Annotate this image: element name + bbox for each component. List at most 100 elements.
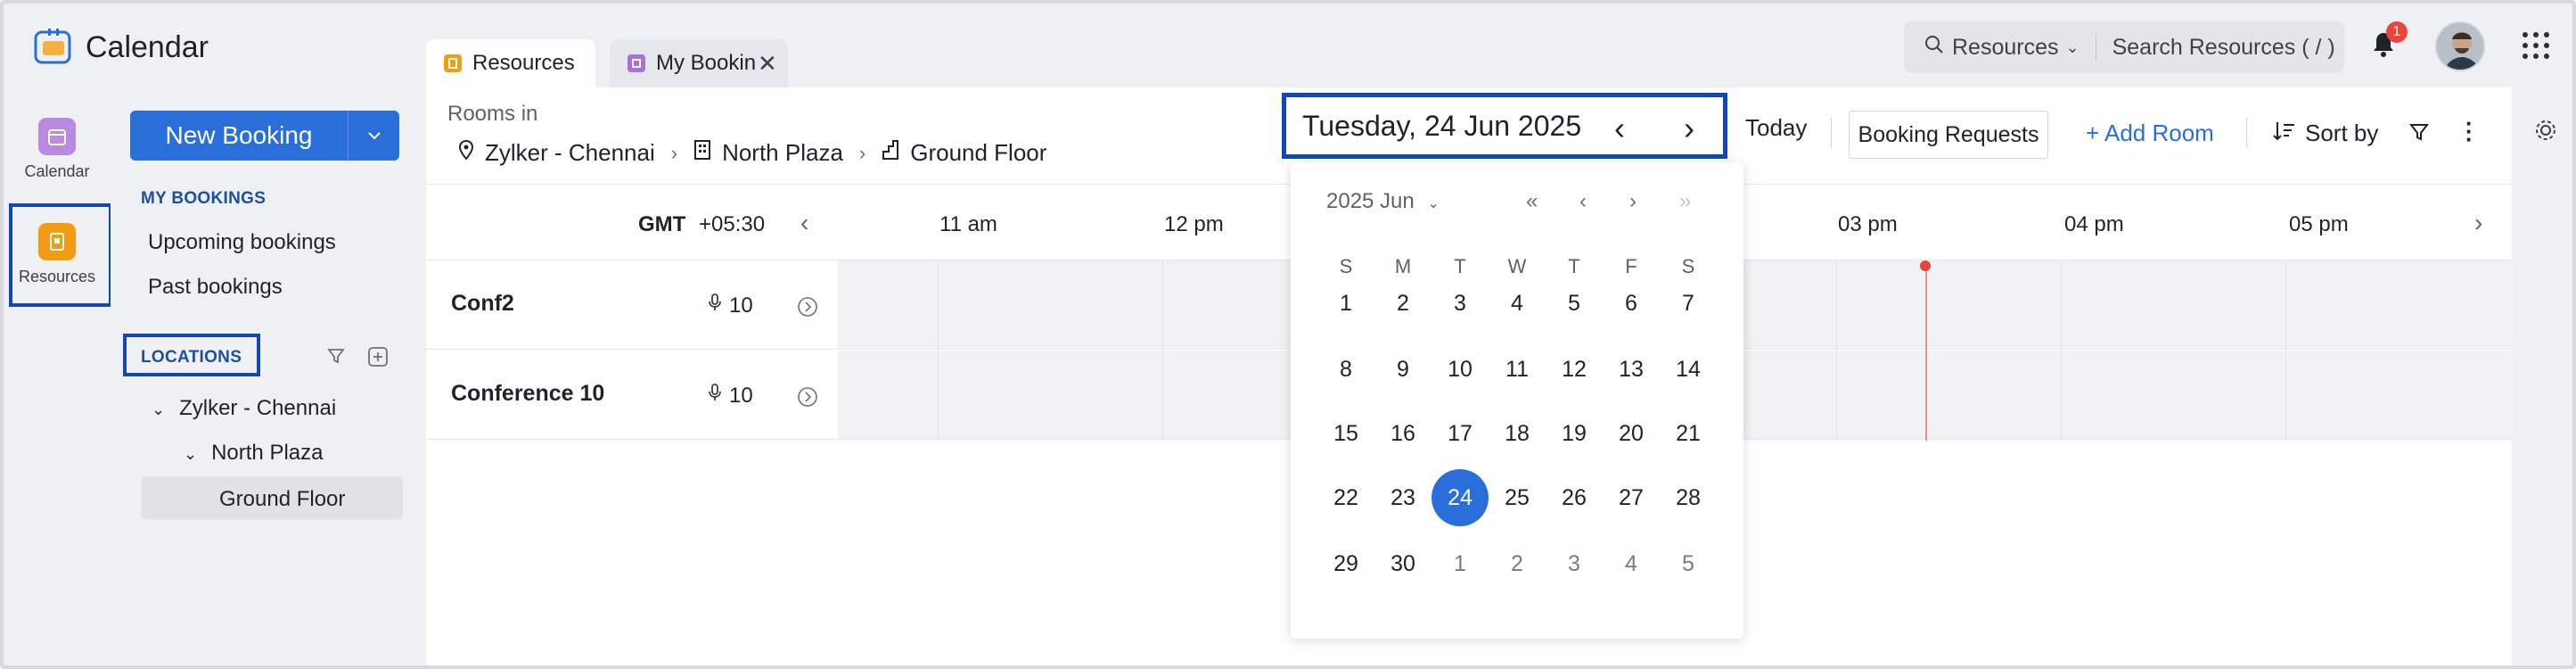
- grid-line: [2061, 260, 2062, 441]
- day-cell[interactable]: 11: [1489, 341, 1546, 398]
- day-cell[interactable]: 22: [1317, 469, 1374, 526]
- day-cell[interactable]: 19: [1546, 405, 1603, 462]
- close-icon[interactable]: ✕: [758, 50, 777, 78]
- add-room-button[interactable]: + Add Room: [2086, 120, 2214, 147]
- room-name[interactable]: Conference 10: [451, 381, 604, 407]
- day-cell[interactable]: 3: [1432, 275, 1489, 332]
- day-cell[interactable]: 25: [1489, 469, 1546, 526]
- avatar[interactable]: [2435, 21, 2485, 71]
- day-cell[interactable]: 4: [1489, 275, 1546, 332]
- chevron-down-icon[interactable]: ⌄: [152, 401, 165, 418]
- resources-tab-icon: [444, 54, 462, 72]
- apps-grid-icon[interactable]: [2523, 32, 2549, 59]
- search-scope[interactable]: Resources: [1952, 35, 2059, 61]
- today-button[interactable]: Today: [1745, 114, 1807, 142]
- add-location-icon[interactable]: [367, 346, 389, 372]
- rail-item-resources[interactable]: Resources: [7, 223, 107, 286]
- search-bar[interactable]: Resources ⌄ Search Resources ( / ): [1904, 21, 2344, 73]
- day-cell[interactable]: 3: [1546, 535, 1603, 592]
- day-cell[interactable]: 6: [1603, 275, 1660, 332]
- new-booking-label: New Booking: [165, 121, 313, 149]
- sort-by-button[interactable]: Sort by: [2305, 120, 2378, 147]
- selected-day[interactable]: 24: [1432, 469, 1489, 526]
- day-cell[interactable]: 9: [1374, 341, 1432, 398]
- hour-label: 12 pm: [1164, 212, 1224, 236]
- breadcrumb-item-north-plaza[interactable]: North Plaza: [722, 139, 843, 167]
- day-cell[interactable]: 29: [1317, 535, 1374, 592]
- app-title: Calendar: [86, 30, 209, 64]
- upcoming-bookings-link[interactable]: Upcoming bookings: [148, 230, 336, 255]
- day-cell[interactable]: 1: [1317, 275, 1374, 332]
- day-cell[interactable]: 5: [1660, 535, 1717, 592]
- notification-badge: 1: [2386, 21, 2408, 43]
- day-cell[interactable]: 16: [1374, 405, 1432, 462]
- new-booking-button[interactable]: New Booking: [130, 111, 399, 161]
- day-cell[interactable]: 21: [1660, 405, 1717, 462]
- side-panel: [111, 87, 426, 665]
- day-cell[interactable]: 13: [1603, 341, 1660, 398]
- day-cell[interactable]: 1: [1432, 535, 1489, 592]
- filter-icon[interactable]: [2408, 121, 2430, 147]
- capacity-value: 10: [729, 383, 753, 408]
- booking-requests-button[interactable]: Booking Requests: [1849, 111, 2048, 159]
- sort-icon[interactable]: [2273, 120, 2296, 147]
- day-cell[interactable]: 2: [1489, 535, 1546, 592]
- day-cell[interactable]: 12: [1546, 341, 1603, 398]
- chevron-right-icon[interactable]: ›: [2474, 209, 2482, 237]
- rail-item-calendar[interactable]: Calendar: [7, 118, 107, 181]
- chevron-down-icon[interactable]: ⌄: [2066, 38, 2080, 57]
- day-cell[interactable]: 20: [1603, 405, 1660, 462]
- breadcrumb-item-zylker[interactable]: Zylker - Chennai: [485, 139, 655, 167]
- day-cell[interactable]: 5: [1546, 275, 1603, 332]
- room-details-icon[interactable]: [797, 386, 818, 412]
- breadcrumb: Zylker - Chennai › North Plaza › Ground …: [458, 139, 1046, 167]
- day-cell[interactable]: 17: [1432, 405, 1489, 462]
- day-cell[interactable]: 18: [1489, 405, 1546, 462]
- day-cell[interactable]: 2: [1374, 275, 1432, 332]
- tree-label: Zylker - Chennai: [179, 396, 337, 420]
- timezone-offset: +05:30: [699, 212, 766, 236]
- day-cell[interactable]: 26: [1546, 469, 1603, 526]
- past-bookings-link[interactable]: Past bookings: [148, 275, 283, 300]
- microphone-icon: [708, 293, 722, 318]
- tree-item-zylker-chennai[interactable]: ⌄ Zylker - Chennai: [152, 396, 336, 421]
- previous-month-icon[interactable]: ‹: [1579, 189, 1587, 214]
- month-year-selector[interactable]: 2025 Jun ⌄: [1326, 189, 1440, 214]
- chevron-right-icon: ›: [670, 141, 678, 164]
- day-cell[interactable]: 7: [1660, 275, 1717, 332]
- date-selector[interactable]: Tuesday, 24 Jun 2025 ‹ ›: [1282, 93, 1727, 159]
- day-cell[interactable]: 15: [1317, 405, 1374, 462]
- tab-resources[interactable]: Resources: [426, 39, 595, 87]
- previous-year-icon[interactable]: «: [1526, 189, 1538, 214]
- tree-item-ground-floor[interactable]: Ground Floor: [219, 487, 345, 512]
- chevron-left-icon[interactable]: ‹: [800, 209, 808, 237]
- day-cell[interactable]: 4: [1603, 535, 1660, 592]
- day-cell[interactable]: 30: [1374, 535, 1432, 592]
- filter-icon[interactable]: [326, 346, 346, 370]
- day-cell[interactable]: 10: [1432, 341, 1489, 398]
- current-date[interactable]: Tuesday, 24 Jun 2025: [1302, 110, 1581, 143]
- calendar-logo-icon: [34, 29, 71, 64]
- chevron-down-icon[interactable]: [348, 111, 399, 161]
- settings-gear-icon[interactable]: [2533, 118, 2558, 147]
- search-input[interactable]: Search Resources ( / ): [2112, 35, 2335, 61]
- more-options-icon[interactable]: · · ·: [2465, 112, 2473, 151]
- chevron-down-icon[interactable]: ⌄: [184, 445, 197, 463]
- next-month-icon[interactable]: ›: [1629, 189, 1637, 214]
- chevron-right-icon[interactable]: ›: [1684, 110, 1694, 147]
- day-cell[interactable]: 8: [1317, 341, 1374, 398]
- chevron-left-icon[interactable]: ‹: [1614, 110, 1625, 147]
- tab-my-bookings[interactable]: My Bookin ✕: [610, 39, 788, 87]
- room-details-icon[interactable]: [797, 296, 818, 322]
- day-cell[interactable]: 27: [1603, 469, 1660, 526]
- day-cell[interactable]: 14: [1660, 341, 1717, 398]
- room-capacity: 10: [708, 293, 753, 318]
- room-name[interactable]: Conf2: [451, 291, 514, 317]
- tree-item-north-plaza[interactable]: ⌄ North Plaza: [184, 441, 323, 466]
- next-year-icon[interactable]: »: [1679, 189, 1691, 214]
- app-window: Calendar Resources My Bookin ✕ Resources…: [0, 0, 2576, 669]
- chevron-down-icon[interactable]: ⌄: [1427, 196, 1439, 211]
- day-cell[interactable]: 23: [1374, 469, 1432, 526]
- day-cell[interactable]: 28: [1660, 469, 1717, 526]
- grid-line: [1162, 260, 1163, 441]
